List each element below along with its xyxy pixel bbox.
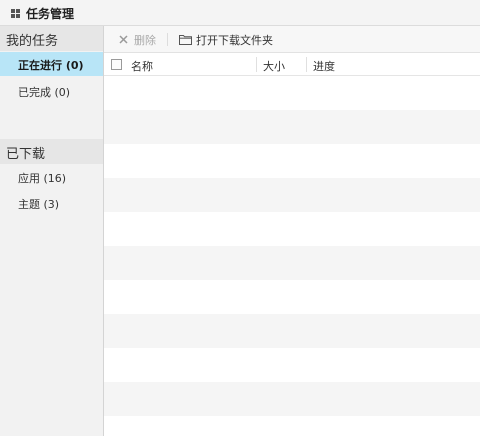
- empty-row: [104, 110, 480, 144]
- title-bar: 任务管理: [0, 0, 480, 26]
- sidebar-item-label: 主题 (3): [18, 198, 60, 211]
- grid-icon: [11, 9, 20, 18]
- sidebar-item-label: 正在进行 (0): [18, 59, 84, 72]
- select-all-checkbox[interactable]: [111, 59, 122, 70]
- column-divider[interactable]: [306, 57, 307, 72]
- empty-row: [104, 76, 480, 110]
- open-folder-label: 打开下载文件夹: [196, 34, 273, 47]
- empty-row: [104, 212, 480, 246]
- sidebar-item-label: 已完成 (0): [18, 86, 71, 99]
- column-header-progress[interactable]: 进度: [313, 58, 335, 74]
- sidebar-item-completed[interactable]: 已完成 (0): [0, 79, 103, 103]
- section-header-label: 我的任务: [6, 34, 59, 49]
- empty-row: [104, 246, 480, 280]
- task-list: [104, 76, 480, 436]
- table-header: 名称 大小 进度: [104, 53, 480, 76]
- empty-row: [104, 416, 480, 436]
- column-header-name[interactable]: 名称: [131, 58, 153, 74]
- toolbar: 删除 打开下载文件夹: [104, 26, 480, 53]
- open-download-folder-button[interactable]: 打开下载文件夹: [104, 26, 284, 53]
- section-header-downloaded: 已下载: [0, 139, 103, 164]
- section-header-my-tasks: 我的任务: [0, 26, 103, 51]
- folder-icon: [179, 35, 192, 45]
- empty-row: [104, 178, 480, 212]
- section-header-label: 已下载: [6, 147, 46, 162]
- sidebar-item-themes[interactable]: 主题 (3): [0, 191, 103, 215]
- column-header-size[interactable]: 大小: [263, 58, 285, 74]
- window-title: 任务管理: [26, 7, 75, 21]
- empty-row: [104, 280, 480, 314]
- empty-row: [104, 382, 480, 416]
- empty-row: [104, 348, 480, 382]
- empty-row: [104, 144, 480, 178]
- column-divider[interactable]: [256, 57, 257, 72]
- sidebar-item-in-progress[interactable]: 正在进行 (0): [0, 52, 103, 76]
- empty-row: [104, 314, 480, 348]
- sidebar-item-apps[interactable]: 应用 (16): [0, 165, 103, 189]
- sidebar-item-label: 应用 (16): [18, 172, 67, 185]
- sidebar: 我的任务 正在进行 (0) 已完成 (0) 已下载 应用 (16) 主题 (3): [0, 26, 104, 436]
